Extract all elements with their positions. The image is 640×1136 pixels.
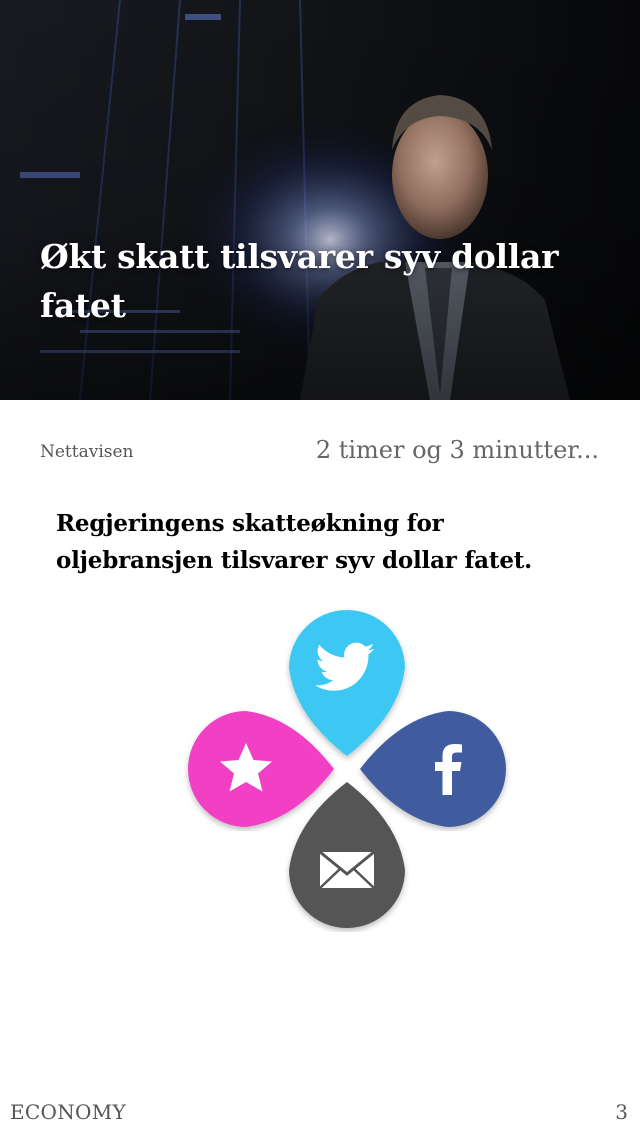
article-source: Nettavisen xyxy=(40,442,134,462)
article-screen: Økt skatt tilsvarer syv dollar fatet Net… xyxy=(0,0,640,1136)
share-menu xyxy=(180,600,520,940)
category-label: ECONOMY xyxy=(10,1100,126,1124)
article-lead: Regjeringens skatteøkning for oljebransj… xyxy=(56,510,532,574)
article-title: Økt skatt tilsvarer syv dollar fatet xyxy=(40,237,559,325)
article-timestamp: 2 timer og 3 minutter... xyxy=(315,436,599,464)
hero-photo xyxy=(0,0,640,400)
page-number: 3 xyxy=(615,1100,628,1124)
share-email-button[interactable] xyxy=(285,776,409,932)
hero-image[interactable]: Økt skatt tilsvarer syv dollar fatet xyxy=(0,0,640,400)
envelope-icon xyxy=(319,850,375,889)
